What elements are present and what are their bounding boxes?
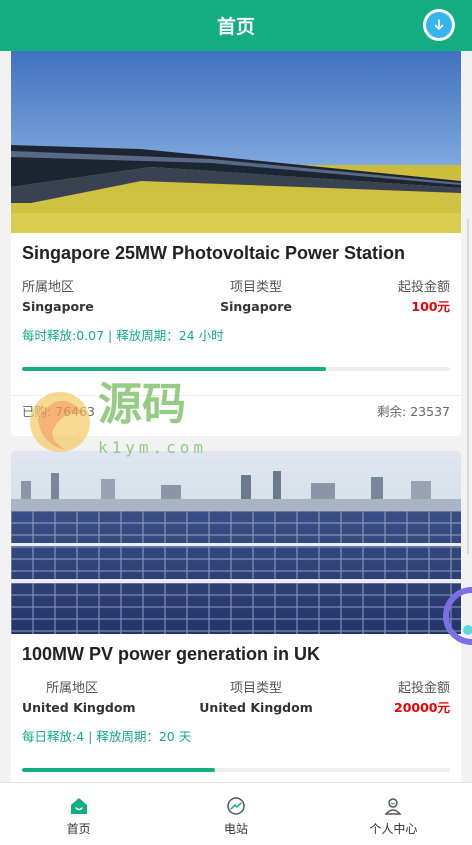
project-image-solar-field: [11, 51, 461, 233]
user-icon: [382, 795, 404, 817]
watermark-emblem: [30, 392, 90, 452]
min-investment-label: 起投金额: [397, 681, 450, 696]
type-label: 项目类型: [229, 280, 282, 295]
min-investment-value: 20000元: [394, 700, 450, 715]
tab-label: 首页: [66, 822, 91, 836]
remaining-count: 剩余: 23537: [377, 404, 450, 419]
tab-label: 电站: [223, 822, 248, 836]
watermark-brand: 源码: [98, 379, 186, 430]
home-icon: [68, 795, 90, 817]
region-label: 所属地区: [46, 681, 99, 696]
top-header: 首页: [0, 0, 472, 51]
watermark-logo: 源码 k1ym.com: [26, 378, 246, 463]
bottom-tabbar: 首页 电站 个人中心: [0, 782, 472, 845]
tab-station[interactable]: 电站: [157, 783, 314, 845]
download-icon: [426, 12, 452, 38]
progress-fill: [22, 367, 326, 371]
min-investment-value: 100元: [411, 299, 450, 314]
project-title[interactable]: 100MW PV power generation in UK: [11, 642, 461, 666]
region-label: 所属地区: [22, 280, 75, 295]
progress-bar: [22, 768, 450, 772]
watermark-site: k1ym.com: [98, 438, 208, 457]
station-icon: [225, 795, 247, 817]
min-investment-label: 起投金额: [397, 280, 450, 295]
download-button[interactable]: [423, 9, 455, 41]
progress-fill: [22, 768, 215, 772]
progress-bar: [22, 367, 450, 371]
tab-label: 个人中心: [369, 822, 418, 836]
region-value: Singapore: [22, 299, 94, 314]
release-info: 每时释放:0.07 | 释放周期：24 小时: [22, 328, 224, 343]
project-card[interactable]: 100MW PV power generation in UK 所属地区 Uni…: [11, 451, 461, 782]
project-info: 所属地区 United Kingdom 项目类型 United Kingdom …: [11, 680, 461, 717]
project-info: 所属地区 Singapore 项目类型 Singapore 起投金额 100元: [11, 279, 461, 316]
release-info: 每日释放:4 | 释放周期：20 天: [22, 729, 192, 744]
project-title[interactable]: Singapore 25MW Photovoltaic Power Statio…: [11, 241, 461, 265]
tab-home[interactable]: 首页: [0, 783, 157, 845]
floating-service-icon[interactable]: [442, 586, 472, 646]
type-label: 项目类型: [229, 681, 282, 696]
region-value: United Kingdom: [22, 700, 136, 715]
tab-profile[interactable]: 个人中心: [315, 783, 472, 845]
page-title: 首页: [216, 16, 255, 38]
type-value: United Kingdom: [199, 700, 313, 715]
project-image-rooftop-solar: [11, 451, 461, 634]
scrollbar[interactable]: [467, 219, 469, 554]
type-value: Singapore: [220, 299, 292, 314]
